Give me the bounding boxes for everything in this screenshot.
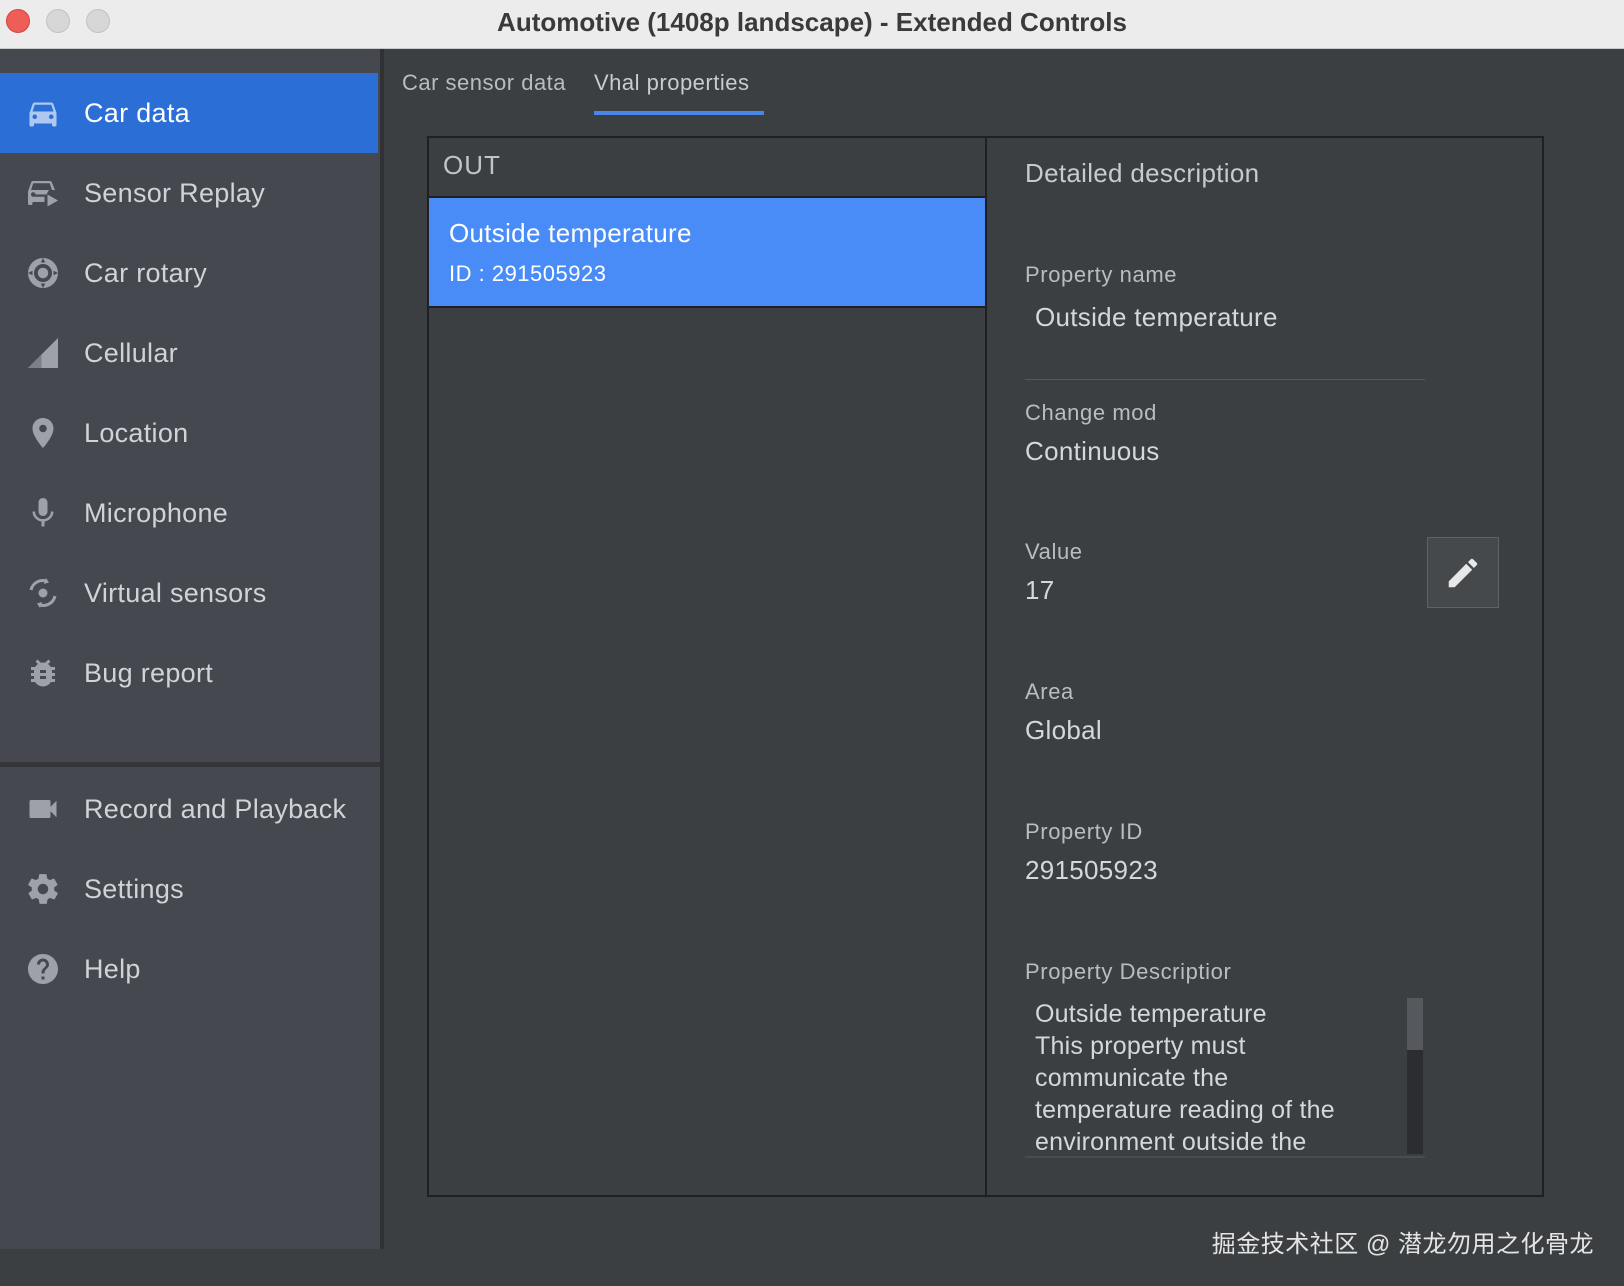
sidebar-item-record-and-playback[interactable]: Record and Playback [0,769,378,849]
window-title: Automotive (1408p landscape) - Extended … [497,7,1127,37]
sidebar: Car data Sensor Replay Car rotary Cellul… [0,49,380,1249]
change-mode-label: Change mod [1025,400,1157,425]
gear-icon [24,870,62,908]
microphone-icon [24,494,62,532]
sidebar-item-bug-report[interactable]: Bug report [0,633,378,713]
title-bar: Automotive (1408p landscape) - Extended … [0,0,1624,49]
sidebar-item-label: Cellular [84,337,178,368]
sensor-replay-icon [24,174,62,212]
value-label: Value [1025,539,1083,564]
sidebar-item-microphone[interactable]: Microphone [0,473,378,553]
sidebar-item-location[interactable]: Location [0,393,378,473]
sidebar-item-label: Help [84,953,141,984]
sidebar-item-car-rotary[interactable]: Car rotary [0,233,378,313]
property-description-box[interactable]: Outside temperature This property must c… [1025,998,1425,1156]
property-name-label: Property name [1025,262,1178,287]
property-id-value: 291505923 [1025,855,1158,885]
detail-heading: Detailed description [1025,158,1260,188]
sidebar-item-help[interactable]: Help [0,929,378,1009]
video-camera-icon [24,790,62,828]
sidebar-item-virtual-sensors[interactable]: Virtual sensors [0,553,378,633]
bug-icon [24,654,62,692]
detail-pane: Detailed description Property name Outsi… [987,138,1542,1195]
sidebar-item-label: Car rotary [84,257,208,288]
property-description-label: Property Descriptior [1025,959,1232,984]
tab-vhal-properties[interactable]: Vhal properties [594,66,749,116]
rotary-icon [24,254,62,292]
list-item[interactable]: Outside temperature ID : 291505923 [429,198,985,308]
edit-value-button[interactable] [1427,537,1499,608]
property-name-value: Outside temperature [1035,302,1278,332]
location-pin-icon [24,414,62,452]
vhal-properties-panel: OUT Outside temperature ID : 291505923 D… [427,136,1544,1197]
area-value: Global [1025,715,1102,745]
sidebar-item-car-data[interactable]: Car data [0,73,378,153]
list-item-id: ID : 291505923 [449,261,607,286]
cellular-signal-icon [24,334,62,372]
sidebar-item-label: Sensor Replay [84,177,265,208]
watermark: 掘金技术社区 @ 潜龙勿用之化骨龙 [1211,1231,1594,1258]
sidebar-item-settings[interactable]: Settings [0,849,378,929]
area-label: Area [1025,679,1074,704]
sidebar-item-label: Microphone [84,497,229,528]
list-item-title: Outside temperature [449,218,692,248]
change-mode-value: Continuous [1025,436,1160,466]
car-icon [24,94,62,132]
property-id-label: Property ID [1025,819,1143,844]
sidebar-edge [380,49,384,1249]
sidebar-item-label: Location [84,417,189,448]
sidebar-item-label: Car data [84,97,190,128]
description-bottom-border [1025,1156,1425,1158]
value-value: 17 [1025,575,1055,605]
property-name-field[interactable]: Outside temperature [1025,288,1425,380]
list-header: OUT [443,150,501,180]
tab-car-sensor-data[interactable]: Car sensor data [402,66,566,116]
sidebar-item-cellular[interactable]: Cellular [0,313,378,393]
description-scrollbar-thumb[interactable] [1407,998,1423,1050]
sidebar-item-label: Virtual sensors [84,577,267,608]
help-icon [24,950,62,988]
active-tab-indicator [594,111,764,115]
property-description-value: Outside temperature This property must c… [1035,1000,1335,1156]
sidebar-item-label: Settings [84,873,184,904]
pencil-icon [1448,558,1478,587]
sidebar-divider [0,762,380,767]
sidebar-item-label: Bug report [84,657,214,688]
property-list: OUT Outside temperature ID : 291505923 [429,138,987,1195]
sidebar-item-sensor-replay[interactable]: Sensor Replay [0,153,378,233]
virtual-sensors-icon [24,574,62,612]
sidebar-item-label: Record and Playback [84,793,347,824]
description-scrollbar[interactable] [1407,998,1423,1154]
